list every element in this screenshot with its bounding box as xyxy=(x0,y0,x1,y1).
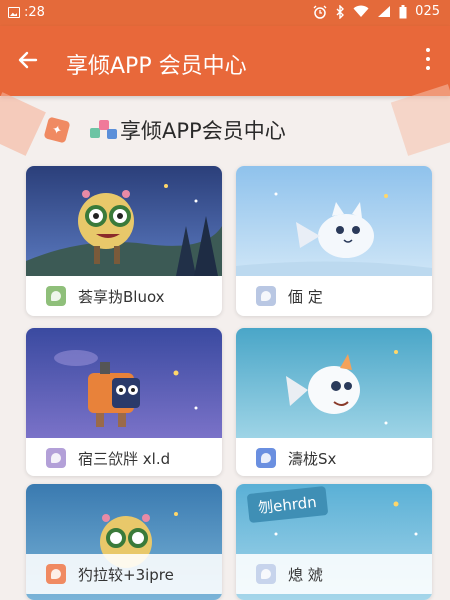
section-title: 享倾APP会员中心 xyxy=(120,119,286,143)
card-badge-icon xyxy=(46,286,66,306)
wifi-icon xyxy=(353,5,369,17)
image-icon xyxy=(8,7,20,18)
cubes-icon xyxy=(90,118,118,142)
back-arrow-icon[interactable] xyxy=(14,48,42,76)
card-label: 宿三欱牉 xl.d xyxy=(78,449,171,468)
bluetooth-icon xyxy=(336,4,345,19)
card-badge-icon xyxy=(256,448,276,468)
monster-illustration xyxy=(26,166,222,276)
more-vert-icon[interactable] xyxy=(420,44,436,74)
card-label: 荟享㧑Bluox xyxy=(78,287,165,306)
alarm-icon xyxy=(313,5,327,19)
cat-fish-illustration xyxy=(236,166,432,276)
member-card[interactable]: 宿三欱牉 xl.d xyxy=(26,328,222,476)
app-bar: 享倾APP 会员中心 xyxy=(0,26,450,96)
card-label: 偭 定 xyxy=(288,287,323,306)
status-bar: :28 025 xyxy=(0,0,450,26)
card-badge-icon xyxy=(46,564,66,584)
member-card[interactable]: 濤栊Sx xyxy=(236,328,432,476)
signal-icon xyxy=(378,6,391,17)
battery-icon xyxy=(399,4,407,18)
member-card[interactable]: 偭 定 xyxy=(236,166,432,316)
page-title: 享倾APP 会员中心 xyxy=(66,54,247,79)
status-clock: 025 xyxy=(415,4,440,19)
card-label: 濤栊Sx xyxy=(288,449,337,468)
card-badge-icon xyxy=(256,564,276,584)
star-badge-icon: ✦ xyxy=(43,116,71,144)
robot-illustration xyxy=(26,328,222,438)
card-label: 犳拉较+3ipre xyxy=(78,565,174,584)
card-badge-icon xyxy=(46,448,66,468)
member-card[interactable]: 犳拉较+3ipre xyxy=(26,484,222,600)
decorative-shape xyxy=(0,92,46,156)
status-time: :28 xyxy=(24,5,45,20)
member-card[interactable]: 荟享㧑Bluox xyxy=(26,166,222,316)
card-badge-icon xyxy=(256,286,276,306)
section-header: ✦ 享倾APP会员中心 xyxy=(43,112,286,148)
card-label: 熄 虠 xyxy=(288,565,323,584)
fish-cat-illustration xyxy=(236,328,432,438)
